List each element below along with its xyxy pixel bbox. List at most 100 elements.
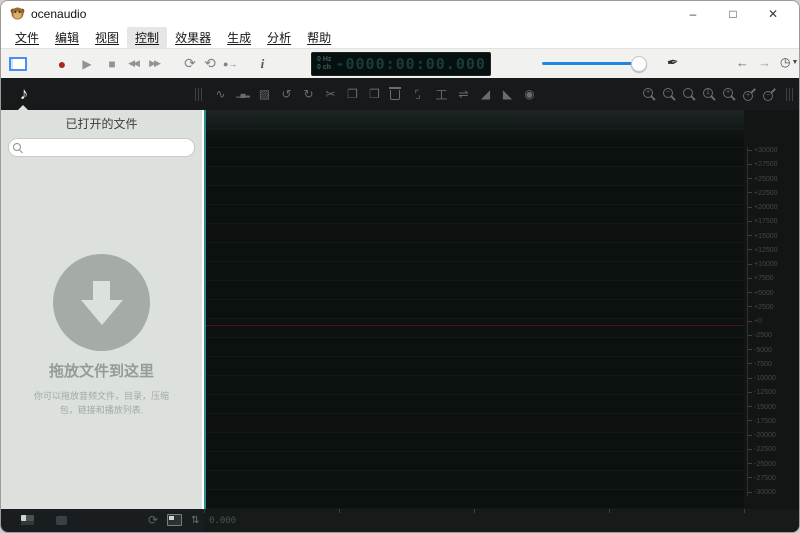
audio-format-info: 0 Hz 0 ch — [317, 56, 331, 72]
edit-toolbar: ♪ ∿▁▄▂▨↺↻✂❐❒⌜⌟工⇌◢◣◉ +−1++− — [1, 78, 799, 110]
amplitude-tick-label: +17500 — [748, 218, 799, 225]
download-arrow-icon — [53, 254, 150, 351]
amplitude-tick-label: +22500 — [748, 190, 799, 197]
play-button[interactable]: ▶ — [80, 55, 94, 73]
window-controls: – □ ✕ — [673, 1, 793, 26]
record-button[interactable]: ● — [55, 55, 69, 73]
amplitude-tick-label: +0 — [748, 318, 799, 325]
zoom-in-icon[interactable]: + — [642, 87, 656, 101]
spectrogram-view-icon[interactable]: ▨ — [258, 86, 271, 102]
vertical-zoom-in-icon[interactable]: + — [742, 87, 756, 101]
dropzone-subtitle: 你可以拖放音频文件，目录，压缩包，链接和播放列表. — [26, 389, 178, 418]
menu-item[interactable]: 效果器 — [167, 27, 219, 48]
panel-title: 已打开的文件 — [1, 115, 202, 132]
statusbar-left-icons — [21, 515, 67, 525]
menu-item[interactable]: 帮助 — [299, 27, 339, 48]
vertical-zoom-out-icon[interactable]: − — [762, 87, 776, 101]
amplitude-tick-label: +27500 — [748, 161, 799, 168]
amplitude-tick-label: -17500 — [748, 418, 799, 425]
timeline-ruler[interactable]: 0.000 — [204, 509, 799, 532]
amplitude-tick-label: -25000 — [748, 461, 799, 468]
zoom-all-icon[interactable]: + — [722, 87, 736, 101]
amplitude-tick-label: -7500 — [748, 361, 799, 368]
redo-icon[interactable]: ↻ — [302, 86, 315, 102]
amplitude-tick-label: -15000 — [748, 404, 799, 411]
info-button[interactable]: i — [255, 55, 269, 73]
nav-forward-icon[interactable]: → — [758, 55, 771, 70]
channels-label: 0 ch — [317, 64, 331, 72]
minimap-icon[interactable] — [167, 514, 182, 526]
dropzone[interactable]: 拖放文件到这里 你可以拖放音频文件，目录，压缩包，链接和播放列表. — [1, 254, 202, 418]
app-logo-icon — [10, 6, 25, 21]
waveform-top-gradient — [204, 110, 744, 140]
menu-item[interactable]: 生成 — [219, 27, 259, 48]
amplitude-tick-label: -22500 — [748, 446, 799, 453]
fade-in-icon[interactable]: ◢ — [479, 86, 492, 102]
delete-icon[interactable] — [390, 90, 400, 100]
ocenaudio-window: ocenaudio – □ ✕ 文件编辑视图控制效果器生成分析帮助 ● ▶ ■ ◀◀ ▶… — [0, 0, 800, 533]
toolbar-drag-handle[interactable] — [195, 88, 202, 101]
spectral-view-icon[interactable]: ▁▄▂ — [236, 86, 249, 102]
amplitude-tick-label: -27500 — [748, 475, 799, 482]
chevron-down-icon: ▼ — [791, 59, 798, 66]
menu-item[interactable]: 分析 — [259, 27, 299, 48]
statusbar: 0.000 ⟳ ⇅ — [1, 509, 799, 532]
time-counter: -0000:00:00.000 — [331, 55, 490, 73]
rewind-button[interactable]: ◀◀ — [126, 55, 140, 73]
waveform-area[interactable] — [204, 110, 744, 509]
waveform-view-icon[interactable]: ∿ — [214, 86, 227, 102]
copy-icon[interactable]: ❐ — [346, 86, 359, 102]
maximize-button[interactable]: □ — [713, 1, 753, 26]
minimize-button[interactable]: – — [673, 1, 713, 26]
gain-icon[interactable]: 工 — [435, 86, 448, 102]
fade-out-icon[interactable]: ◣ — [501, 86, 514, 102]
close-button[interactable]: ✕ — [753, 1, 793, 26]
paste-icon[interactable]: ❒ — [368, 86, 381, 102]
history-clock-icon: ◷ — [780, 55, 790, 69]
amplitude-tick-label: -12500 — [748, 389, 799, 396]
undo-icon[interactable]: ↺ — [280, 86, 293, 102]
zoom-original-icon[interactable]: 1 — [702, 87, 716, 101]
reverse-icon[interactable]: ⇌ — [457, 86, 470, 102]
menu-item[interactable]: 视图 — [87, 27, 127, 48]
list-view-icon[interactable] — [56, 516, 67, 525]
volume-slider[interactable] — [542, 62, 640, 65]
zoom-selection-icon[interactable] — [682, 87, 696, 101]
timeline-position-label: 0.000 — [209, 516, 236, 526]
trim-icon[interactable]: ⌜⌟ — [409, 86, 426, 102]
loop-selection-button[interactable]: ⟲ — [203, 55, 217, 73]
timeline-ticks — [204, 509, 799, 513]
amplitude-tick-label: +5000 — [748, 290, 799, 297]
search-input[interactable] — [25, 140, 192, 155]
loop-status-icon[interactable]: ⟳ — [148, 513, 158, 527]
selection-mode-icon[interactable] — [9, 57, 27, 71]
nav-back-icon[interactable]: ← — [736, 55, 749, 70]
amplitude-tick-label: +20000 — [748, 204, 799, 211]
amplitude-tick-label: +25000 — [748, 176, 799, 183]
forward-button[interactable]: ▶▶ — [147, 55, 161, 73]
panel-layout-icon[interactable] — [21, 515, 34, 525]
play-marker-button[interactable]: ●→ — [223, 55, 237, 73]
time-display: 0 Hz 0 ch -0000:00:00.000 — [311, 52, 491, 76]
volume-slider-thumb[interactable] — [631, 56, 647, 72]
pen-tool-icon[interactable]: ✒ — [666, 53, 680, 71]
dropzone-title: 拖放文件到这里 — [1, 360, 202, 381]
stop-button[interactable]: ■ — [105, 55, 119, 73]
toolbar-drag-handle[interactable] — [786, 88, 793, 101]
amplitude-tick-label: +7500 — [748, 275, 799, 282]
tab-music-note[interactable]: ♪ — [1, 78, 47, 110]
normalize-icon[interactable]: ◉ — [523, 86, 536, 102]
cut-icon[interactable]: ✂ — [324, 86, 337, 102]
amplitude-tick-label: -20000 — [748, 432, 799, 439]
menu-item[interactable]: 编辑 — [47, 27, 87, 48]
vertical-scroll-icon[interactable]: ⇅ — [191, 515, 199, 526]
titlebar: ocenaudio – □ ✕ — [1, 1, 799, 26]
history-menu[interactable]: ◷ ▼ — [780, 55, 798, 69]
transport-buttons: ● ▶ ■ ◀◀ ▶▶ ⟳ ⟲ ●→ i — [1, 55, 269, 73]
menu-item[interactable]: 控制 — [127, 27, 167, 48]
menu-item[interactable]: 文件 — [7, 27, 47, 48]
amplitude-tick-label: +15000 — [748, 233, 799, 240]
zoom-out-icon[interactable]: − — [662, 87, 676, 101]
playhead-cursor[interactable] — [204, 110, 206, 509]
loop-button[interactable]: ⟳ — [183, 55, 197, 73]
